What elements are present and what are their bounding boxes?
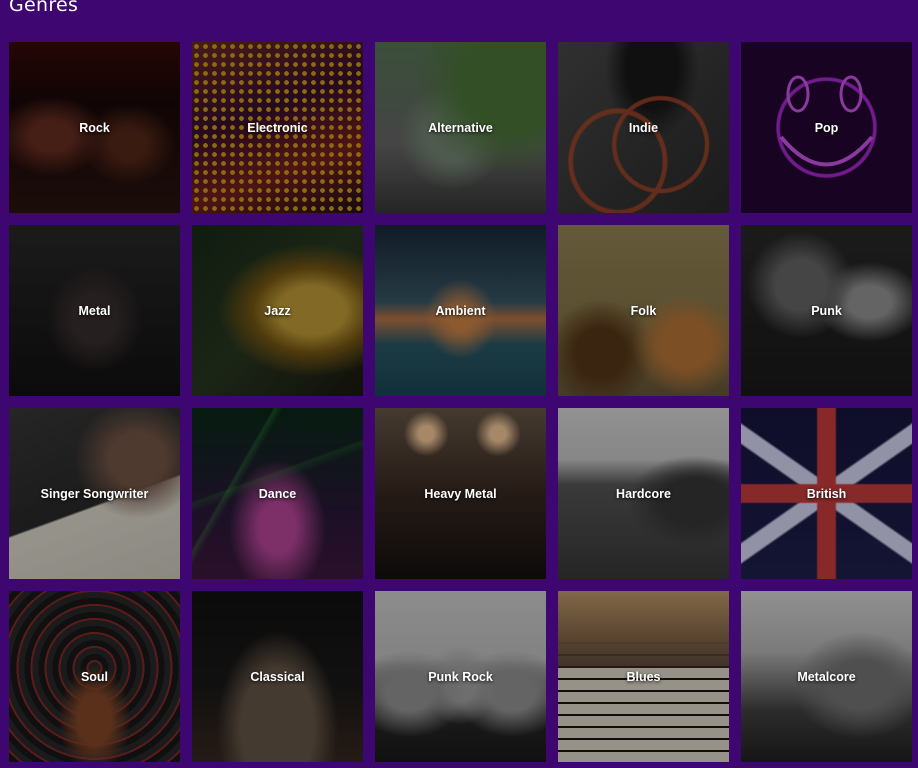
genre-label: Folk — [630, 303, 657, 318]
genre-label: Singer Songwriter — [40, 486, 149, 501]
genre-label: Hardcore — [616, 486, 671, 501]
genre-label: Heavy Metal — [424, 486, 497, 501]
genre-tile-punk[interactable]: Punk — [741, 225, 912, 396]
genre-label: Punk — [811, 303, 842, 318]
genre-tile-folk[interactable]: Folk — [558, 225, 729, 396]
genre-label: Metalcore — [797, 669, 856, 684]
genre-tile-indie[interactable]: Indie — [558, 42, 729, 213]
genre-label: Punk Rock — [428, 669, 493, 684]
page-title: Genres — [9, 0, 79, 16]
genre-tile-pop[interactable]: Pop — [741, 42, 912, 213]
genre-label: Rock — [79, 120, 110, 135]
genre-label: Soul — [80, 669, 109, 684]
genre-tile-alternative[interactable]: Alternative — [375, 42, 546, 213]
genre-grid: Rock Electronic Alternative Indie Pop Me… — [9, 42, 912, 762]
genre-tile-british[interactable]: British — [741, 408, 912, 579]
genre-label: Indie — [628, 120, 659, 135]
genre-label: Dance — [258, 486, 297, 501]
genre-label: Classical — [250, 669, 305, 684]
genre-label: Metal — [78, 303, 111, 318]
genre-tile-electronic[interactable]: Electronic — [192, 42, 363, 213]
genre-tile-metalcore[interactable]: Metalcore — [741, 591, 912, 762]
genre-label: British — [806, 486, 847, 501]
genre-label: Electronic — [247, 120, 308, 135]
genre-tile-ambient[interactable]: Ambient — [375, 225, 546, 396]
genre-tile-soul[interactable]: Soul — [9, 591, 180, 762]
genre-tile-rock[interactable]: Rock — [9, 42, 180, 213]
genre-tile-blues[interactable]: Blues — [558, 591, 729, 762]
genre-tile-jazz[interactable]: Jazz — [192, 225, 363, 396]
genre-tile-punk-rock[interactable]: Punk Rock — [375, 591, 546, 762]
genre-tile-metal[interactable]: Metal — [9, 225, 180, 396]
genre-tile-heavy-metal[interactable]: Heavy Metal — [375, 408, 546, 579]
genre-tile-singer-songwriter[interactable]: Singer Songwriter — [9, 408, 180, 579]
genre-label: Blues — [626, 669, 661, 684]
genre-label: Pop — [814, 120, 839, 135]
genre-tile-hardcore[interactable]: Hardcore — [558, 408, 729, 579]
genre-tile-dance[interactable]: Dance — [192, 408, 363, 579]
genre-label: Jazz — [264, 303, 291, 318]
genre-tile-classical[interactable]: Classical — [192, 591, 363, 762]
genre-label: Ambient — [435, 303, 486, 318]
genre-label: Alternative — [428, 120, 493, 135]
